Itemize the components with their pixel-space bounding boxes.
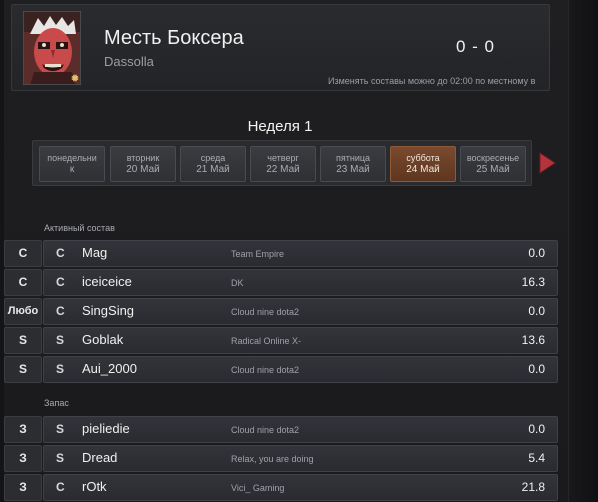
slot-position-button[interactable]: C bbox=[4, 269, 42, 296]
roster-row: C C iceiceice DK 16.3 bbox=[0, 269, 558, 296]
player-name: SingSing bbox=[82, 303, 135, 318]
player-points: 21.8 bbox=[521, 480, 545, 494]
player-team: Cloud nine dota2 bbox=[231, 365, 300, 375]
day-date: 25 Май bbox=[476, 164, 510, 175]
day-tab-monday[interactable]: понедельни к bbox=[39, 146, 105, 182]
player-role: S bbox=[56, 422, 65, 436]
player-role: S bbox=[56, 333, 65, 347]
player-role: S bbox=[56, 451, 65, 465]
slot-position-button[interactable]: З bbox=[4, 445, 42, 472]
player-row[interactable]: C SingSing Cloud nine dota2 0.0 bbox=[43, 298, 558, 325]
day-name: суббота bbox=[406, 153, 440, 163]
day-date: 23 Май bbox=[336, 164, 370, 175]
day-selector: понедельни к вторник 20 Май среда 21 Май… bbox=[32, 140, 532, 186]
right-scroll-area[interactable] bbox=[568, 0, 598, 502]
player-team: Vici_ Gaming bbox=[231, 483, 285, 493]
roster-row: C C Mag Team Empire 0.0 bbox=[0, 240, 558, 267]
day-name: понедельни bbox=[47, 153, 97, 163]
team-owner: Dassolla bbox=[104, 54, 154, 69]
player-name: rOtk bbox=[82, 479, 107, 494]
fantasy-team-screen: ✹ Месть Боксера Dassolla 0 - 0 Изменять … bbox=[0, 0, 598, 502]
day-name: среда bbox=[200, 153, 226, 163]
player-row[interactable]: C Mag Team Empire 0.0 bbox=[43, 240, 558, 267]
match-score: 0 - 0 bbox=[456, 37, 496, 56]
week-title: Неделя 1 bbox=[247, 118, 313, 135]
slot-position-button[interactable]: S bbox=[4, 327, 42, 354]
bench-row: З S pieliedie Cloud nine dota2 0.0 bbox=[0, 416, 558, 443]
slot-position-button[interactable]: Любо bbox=[4, 298, 42, 325]
player-points: 0.0 bbox=[528, 246, 545, 260]
day-tab-tuesday[interactable]: вторник 20 Май bbox=[110, 146, 176, 182]
roster-row: S S Aui_2000 Cloud nine dota2 0.0 bbox=[0, 356, 558, 383]
player-name: Aui_2000 bbox=[82, 361, 137, 376]
day-date: к bbox=[69, 164, 75, 175]
player-team: Team Empire bbox=[231, 249, 285, 259]
slot-position-button[interactable]: З bbox=[4, 474, 42, 501]
player-row[interactable]: S Goblak Radical Online X- 13.6 bbox=[43, 327, 558, 354]
day-tab-saturday[interactable]: суббота 24 Май bbox=[390, 146, 456, 182]
player-name: Dread bbox=[82, 450, 118, 465]
day-name: пятница bbox=[335, 153, 371, 163]
day-name: вторник bbox=[126, 153, 160, 163]
player-points: 0.0 bbox=[528, 304, 545, 318]
day-name: воскресенье bbox=[466, 153, 520, 163]
player-points: 16.3 bbox=[521, 275, 545, 289]
player-team: Radical Online X- bbox=[231, 336, 302, 346]
player-role: C bbox=[56, 304, 65, 318]
player-name: Mag bbox=[82, 245, 108, 260]
bench-row: З S Dread Relax, you are doing 5.4 bbox=[0, 445, 558, 472]
day-date: 21 Май bbox=[196, 164, 230, 175]
roster-row: S S Goblak Radical Online X- 13.6 bbox=[0, 327, 558, 354]
team-header-card: ✹ Месть Боксера Dassolla 0 - 0 Изменять … bbox=[11, 4, 550, 91]
player-row[interactable]: C iceiceice DK 16.3 bbox=[43, 269, 558, 296]
day-tab-wednesday[interactable]: среда 21 Май bbox=[180, 146, 246, 182]
bench-label: Запас bbox=[44, 398, 69, 408]
active-roster-label: Активный состав bbox=[44, 223, 115, 233]
day-date: 20 Май bbox=[126, 164, 160, 175]
player-points: 5.4 bbox=[528, 451, 545, 465]
rank-star-icon: ✹ bbox=[70, 72, 80, 85]
player-points: 13.6 bbox=[521, 333, 545, 347]
player-row[interactable]: S pieliedie Cloud nine dota2 0.0 bbox=[43, 416, 558, 443]
player-name: Goblak bbox=[82, 332, 124, 347]
player-team: DK bbox=[231, 278, 244, 288]
slot-position-button[interactable]: S bbox=[4, 356, 42, 383]
day-date: 24 Май bbox=[406, 164, 440, 175]
lineup-deadline-note: Изменять составы можно до 02:00 по местн… bbox=[328, 76, 536, 86]
team-avatar[interactable]: ✹ bbox=[23, 11, 81, 85]
slot-position-button[interactable]: C bbox=[4, 240, 42, 267]
day-tab-friday[interactable]: пятница 23 Май bbox=[320, 146, 386, 182]
roster-row: Любо C SingSing Cloud nine dota2 0.0 bbox=[0, 298, 558, 325]
day-tab-thursday[interactable]: четверг 22 Май bbox=[250, 146, 316, 182]
slot-position-button[interactable]: З bbox=[4, 416, 42, 443]
day-tab-sunday[interactable]: воскресенье 25 Май bbox=[460, 146, 526, 182]
player-role: C bbox=[56, 275, 65, 289]
player-row[interactable]: S Dread Relax, you are doing 5.4 bbox=[43, 445, 558, 472]
player-role: C bbox=[56, 246, 65, 260]
player-team: Cloud nine dota2 bbox=[231, 307, 300, 317]
player-role: C bbox=[56, 480, 65, 494]
player-points: 0.0 bbox=[528, 422, 545, 436]
day-name: четверг bbox=[267, 153, 299, 163]
player-team: Cloud nine dota2 bbox=[231, 425, 300, 435]
team-name: Месть Боксера bbox=[104, 27, 244, 49]
player-row[interactable]: C rOtk Vici_ Gaming 21.8 bbox=[43, 474, 558, 501]
player-points: 0.0 bbox=[528, 362, 545, 376]
player-name: iceiceice bbox=[82, 274, 132, 289]
player-name: pieliedie bbox=[82, 421, 130, 436]
next-week-arrow-icon[interactable] bbox=[538, 152, 556, 174]
player-role: S bbox=[56, 362, 65, 376]
player-row[interactable]: S Aui_2000 Cloud nine dota2 0.0 bbox=[43, 356, 558, 383]
day-date: 22 Май bbox=[266, 164, 300, 175]
bench-row: З C rOtk Vici_ Gaming 21.8 bbox=[0, 474, 558, 501]
player-team: Relax, you are doing bbox=[231, 454, 314, 464]
